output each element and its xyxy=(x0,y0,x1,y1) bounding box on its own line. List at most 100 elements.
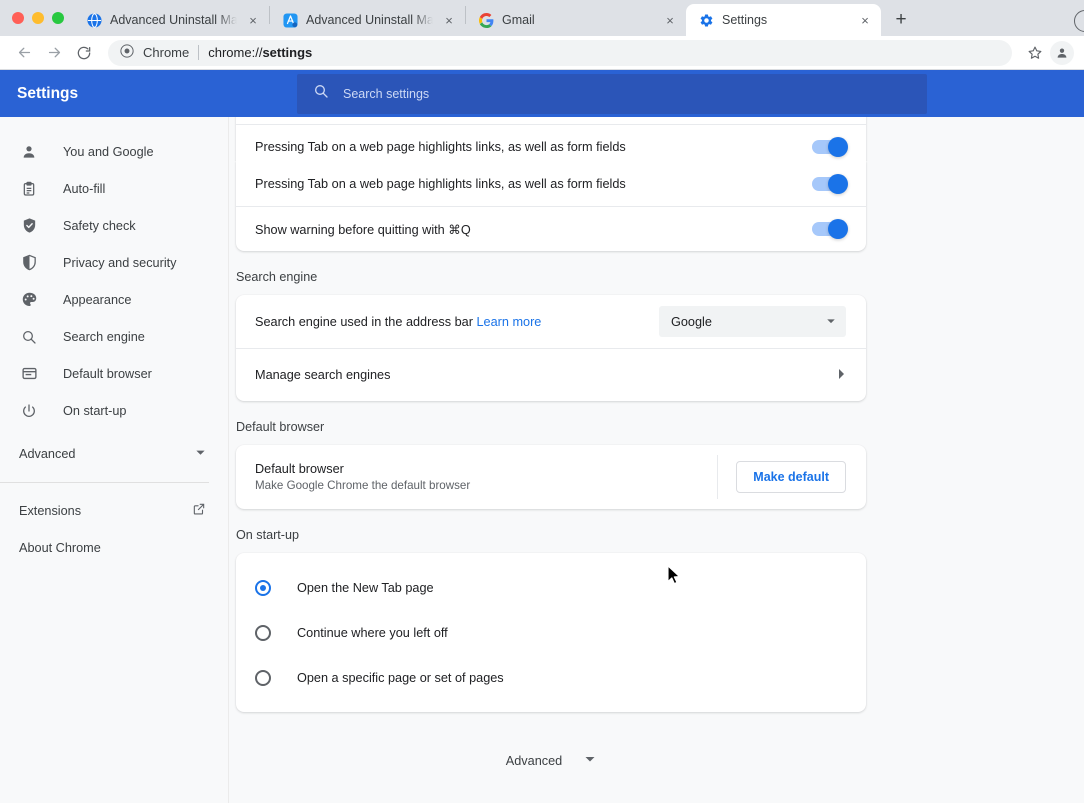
star-icon[interactable] xyxy=(1022,40,1048,66)
forward-arrow-icon[interactable] xyxy=(40,39,68,67)
settings-sidebar: You and Google Auto-fill Safety check xyxy=(0,117,229,803)
tab-highlight-toggle[interactable] xyxy=(812,177,846,191)
tab-advanced-uninstall-manager-1[interactable]: Advanced Uninstall Manager: U × xyxy=(74,4,269,36)
url-path: settings xyxy=(262,45,312,60)
tab-highlight-row-visible[interactable]: Pressing Tab on a web page highlights li… xyxy=(236,161,866,206)
toggle-knob xyxy=(828,137,848,157)
appearance-card-visible: Pressing Tab on a web page highlights li… xyxy=(236,161,866,251)
google-g-icon xyxy=(478,12,494,28)
sidebar-item-label: You and Google xyxy=(63,145,154,159)
sidebar-item-you-and-google[interactable]: You and Google xyxy=(0,133,228,170)
advanced-footer-label: Advanced xyxy=(506,754,562,768)
sidebar-item-label: Extensions xyxy=(19,504,81,518)
advanced-expand-button[interactable]: Advanced xyxy=(236,712,866,768)
on-startup-card: Open the New Tab page Continue where you… xyxy=(236,553,866,712)
manage-search-engines-label: Manage search engines xyxy=(255,368,836,382)
maximize-window-button[interactable] xyxy=(52,12,64,24)
shield-check-icon xyxy=(19,216,39,236)
settings-body: You and Google Auto-fill Safety check xyxy=(0,117,1084,803)
sidebar-item-appearance[interactable]: Appearance xyxy=(0,281,228,318)
startup-option-label: Open the New Tab page xyxy=(297,581,434,595)
search-input[interactable]: Search settings xyxy=(297,74,927,114)
chevron-down-icon xyxy=(584,753,596,768)
toggle-knob xyxy=(828,174,848,194)
profile-circle-icon[interactable] xyxy=(1074,10,1084,32)
avatar-icon[interactable] xyxy=(1050,41,1074,65)
sidebar-item-privacy-and-security[interactable]: Privacy and security xyxy=(0,244,228,281)
chevron-down-icon xyxy=(195,447,206,461)
quit-warning-row-visible[interactable]: Show warning before quitting with ⌘Q xyxy=(236,206,866,251)
sidebar-item-label: Default browser xyxy=(63,367,152,381)
settings-header: Settings Search settings xyxy=(0,70,1084,117)
tab-gmail[interactable]: Gmail × xyxy=(466,4,686,36)
sidebar-item-safety-check[interactable]: Safety check xyxy=(0,207,228,244)
sidebar-advanced-label: Advanced xyxy=(19,447,75,461)
page-title: Settings xyxy=(0,85,280,103)
default-browser-section-title: Default browser xyxy=(236,401,866,445)
radio-button[interactable] xyxy=(255,580,271,596)
sidebar-item-label: Appearance xyxy=(63,293,131,307)
minimize-window-button[interactable] xyxy=(32,12,44,24)
settings-content: Page Zoom 100% Pressing Tab on a web pag… xyxy=(229,117,1084,803)
search-engine-card: Search engine used in the address bar Le… xyxy=(236,295,866,401)
search-engine-section-title: Search engine xyxy=(236,251,866,295)
address-bar[interactable]: Chrome chrome://settings xyxy=(108,40,1012,66)
sidebar-item-search-engine[interactable]: Search engine xyxy=(0,318,228,355)
sidebar-divider xyxy=(0,482,209,483)
search-icon xyxy=(313,83,329,104)
sidebar-item-about-chrome[interactable]: About Chrome xyxy=(0,529,228,566)
page-zoom-row[interactable]: Page Zoom 100% xyxy=(236,117,866,124)
tab-strip: Advanced Uninstall Manager: U × Advanced… xyxy=(0,0,1084,36)
site-chip-label: Chrome xyxy=(143,45,189,60)
person-icon xyxy=(19,142,39,162)
browser-window: Advanced Uninstall Manager: U × Advanced… xyxy=(0,0,1084,803)
startup-option-new-tab[interactable]: Open the New Tab page xyxy=(236,565,866,610)
sidebar-advanced-toggle[interactable]: Advanced xyxy=(0,435,228,473)
new-tab-button[interactable]: + xyxy=(887,6,915,34)
tab-settings[interactable]: Settings × xyxy=(686,4,881,36)
sidebar-item-extensions[interactable]: Extensions xyxy=(0,492,228,529)
omnibox-divider xyxy=(198,45,199,60)
back-arrow-icon[interactable] xyxy=(10,39,38,67)
on-startup-section-title: On start-up xyxy=(236,509,866,553)
browser-window-icon xyxy=(19,364,39,384)
blue-globe-icon xyxy=(86,12,102,28)
startup-option-specific-page[interactable]: Open a specific page or set of pages xyxy=(236,655,866,700)
tabstrip-overflow xyxy=(1068,0,1084,36)
close-tab-button[interactable]: × xyxy=(245,12,261,28)
tab-highlight-row[interactable]: Pressing Tab on a web page highlights li… xyxy=(236,124,866,161)
startup-option-continue[interactable]: Continue where you left off xyxy=(236,610,866,655)
sidebar-item-on-start-up[interactable]: On start-up xyxy=(0,392,228,429)
make-default-button[interactable]: Make default xyxy=(736,461,846,493)
manage-search-engines-row[interactable]: Manage search engines xyxy=(236,348,866,401)
reload-icon[interactable] xyxy=(70,39,98,67)
settings-content-inner: Page Zoom 100% Pressing Tab on a web pag… xyxy=(229,117,1084,768)
search-engine-row[interactable]: Search engine used in the address bar Le… xyxy=(236,295,866,348)
radio-button[interactable] xyxy=(255,625,271,641)
close-window-button[interactable] xyxy=(12,12,24,24)
search-placeholder: Search settings xyxy=(343,87,429,101)
radio-button[interactable] xyxy=(255,670,271,686)
startup-option-label: Continue where you left off xyxy=(297,626,448,640)
search-engine-select[interactable]: Google xyxy=(659,306,846,337)
close-tab-button[interactable]: × xyxy=(662,12,678,28)
sidebar-item-default-browser[interactable]: Default browser xyxy=(0,355,228,392)
default-browser-title: Default browser xyxy=(255,462,717,476)
clipboard-icon xyxy=(19,179,39,199)
sidebar-item-label: On start-up xyxy=(63,404,126,418)
power-icon xyxy=(19,401,39,421)
url-text: chrome://settings xyxy=(208,45,312,60)
tab-advanced-uninstall-manager-2[interactable]: Advanced Uninstall Manager o × xyxy=(270,4,465,36)
sidebar-item-auto-fill[interactable]: Auto-fill xyxy=(0,170,228,207)
quit-warning-label: Show warning before quitting with ⌘Q xyxy=(255,222,812,237)
tab-title: Advanced Uninstall Manager: U xyxy=(110,13,237,27)
gear-icon xyxy=(698,12,714,28)
chevron-down-icon xyxy=(826,316,836,328)
close-tab-button[interactable]: × xyxy=(441,12,457,28)
startup-option-label: Open a specific page or set of pages xyxy=(297,671,504,685)
close-tab-button[interactable]: × xyxy=(857,12,873,28)
learn-more-link[interactable]: Learn more xyxy=(476,315,541,329)
quit-warning-toggle[interactable] xyxy=(812,222,846,236)
tab-highlight-toggle[interactable] xyxy=(812,140,846,154)
default-browser-row: Default browser Make Google Chrome the d… xyxy=(236,445,866,509)
